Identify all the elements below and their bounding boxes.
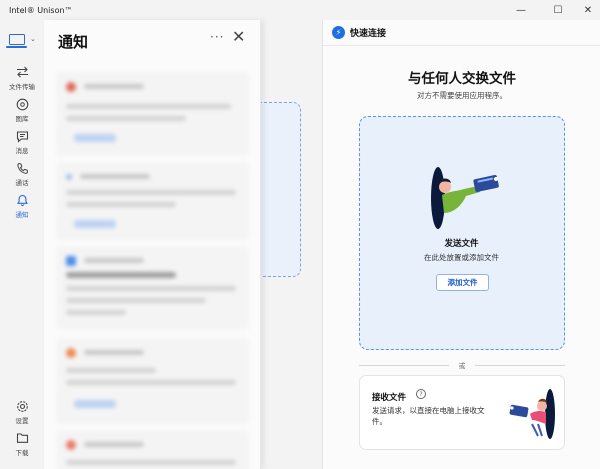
- receive-file-description: 发送请求，以直接在电脑上接收文件。: [372, 406, 485, 426]
- notification-card[interactable]: [56, 338, 249, 424]
- close-panel-button[interactable]: ✕: [232, 27, 245, 46]
- receive-file-illustration: [509, 389, 555, 439]
- minimize-button[interactable]: —: [508, 0, 534, 20]
- app-icon: [66, 82, 76, 92]
- app-icon: [66, 348, 76, 358]
- file-transfer-background: [251, 20, 321, 469]
- message-icon: [15, 129, 29, 143]
- arrows-transfer-icon: [15, 65, 29, 79]
- laptop-icon: [6, 33, 27, 48]
- help-icon[interactable]: ?: [416, 389, 426, 399]
- notifications-panel: 通知 ··· ✕: [44, 20, 261, 469]
- notification-action[interactable]: [74, 134, 116, 142]
- app-icon: [66, 174, 72, 180]
- nav-item-file-transfer[interactable]: 文件传输: [0, 65, 44, 95]
- bell-icon: [15, 193, 29, 207]
- notification-card[interactable]: [56, 246, 249, 330]
- phone-icon: [15, 161, 29, 175]
- nav-item-calls[interactable]: 通话: [0, 161, 44, 191]
- notification-card[interactable]: [56, 162, 249, 240]
- page-heading: 与任何人交换文件: [408, 71, 516, 87]
- notification-action[interactable]: [74, 400, 116, 408]
- quick-share-title: 快速连接: [350, 29, 387, 39]
- notifications-title: 通知: [58, 33, 89, 51]
- quick-share-panel: ⚡ 快速连接 与任何人交换文件 对方不需要使用应用程序。 发送文件 在此处放置或…: [322, 20, 600, 469]
- nav-item-downloads[interactable]: 下载: [0, 431, 44, 461]
- close-window-button[interactable]: ✕: [575, 0, 600, 20]
- lightning-icon: ⚡: [332, 26, 345, 39]
- folder-icon: [15, 431, 29, 445]
- receive-file-title: 接收文件: [372, 393, 407, 403]
- gear-icon: [15, 399, 29, 413]
- device-selector[interactable]: ⌄: [6, 29, 37, 49]
- nav-item-messages[interactable]: 消息: [0, 129, 44, 159]
- or-divider: 或: [359, 360, 565, 370]
- nav-label: 下载: [15, 449, 29, 457]
- notification-action[interactable]: [74, 220, 116, 228]
- notification-card[interactable]: [56, 430, 249, 469]
- send-file-description: 在此处放置或添加文件: [424, 253, 499, 262]
- quick-share-header: ⚡ 快速连接: [323, 20, 600, 46]
- gallery-icon: [15, 97, 29, 111]
- app-icon: [66, 440, 76, 450]
- send-file-title: 发送文件: [444, 239, 479, 249]
- nav-item-gallery[interactable]: 图库: [0, 97, 44, 127]
- nav-label: 通知: [15, 211, 29, 219]
- app-title: Intel® Unison™: [9, 5, 73, 15]
- send-file-illustration: [431, 167, 499, 229]
- maximize-button[interactable]: ☐: [545, 0, 571, 20]
- nav-label: 图库: [15, 115, 29, 123]
- notification-card[interactable]: [56, 72, 249, 156]
- nav-item-notifications[interactable]: 通知: [0, 193, 44, 223]
- add-files-button[interactable]: 添加文件: [436, 274, 489, 291]
- receive-files-card[interactable]: 接收文件 ? 发送请求，以直接在电脑上接收文件。: [359, 375, 565, 450]
- title-bar: Intel® Unison™ — ☐ ✕: [0, 0, 600, 20]
- nav-label: 文件传输: [9, 83, 35, 91]
- chevron-down-icon: ⌄: [30, 35, 36, 43]
- nav-rail: ⌄ 文件传输 图库 消息 通话 通知 设置 下载: [0, 20, 44, 469]
- nav-label: 设置: [15, 417, 29, 425]
- nav-item-settings[interactable]: 设置: [0, 399, 44, 429]
- send-drop-zone[interactable]: 发送文件 在此处放置或添加文件 添加文件: [359, 116, 565, 350]
- nav-label: 通话: [15, 179, 29, 187]
- or-label: 或: [458, 362, 466, 370]
- app-icon: [66, 256, 76, 266]
- nav-label: 消息: [15, 147, 29, 155]
- page-subheading: 对方不需要使用应用程序。: [417, 91, 507, 100]
- more-options-button[interactable]: ···: [210, 30, 224, 44]
